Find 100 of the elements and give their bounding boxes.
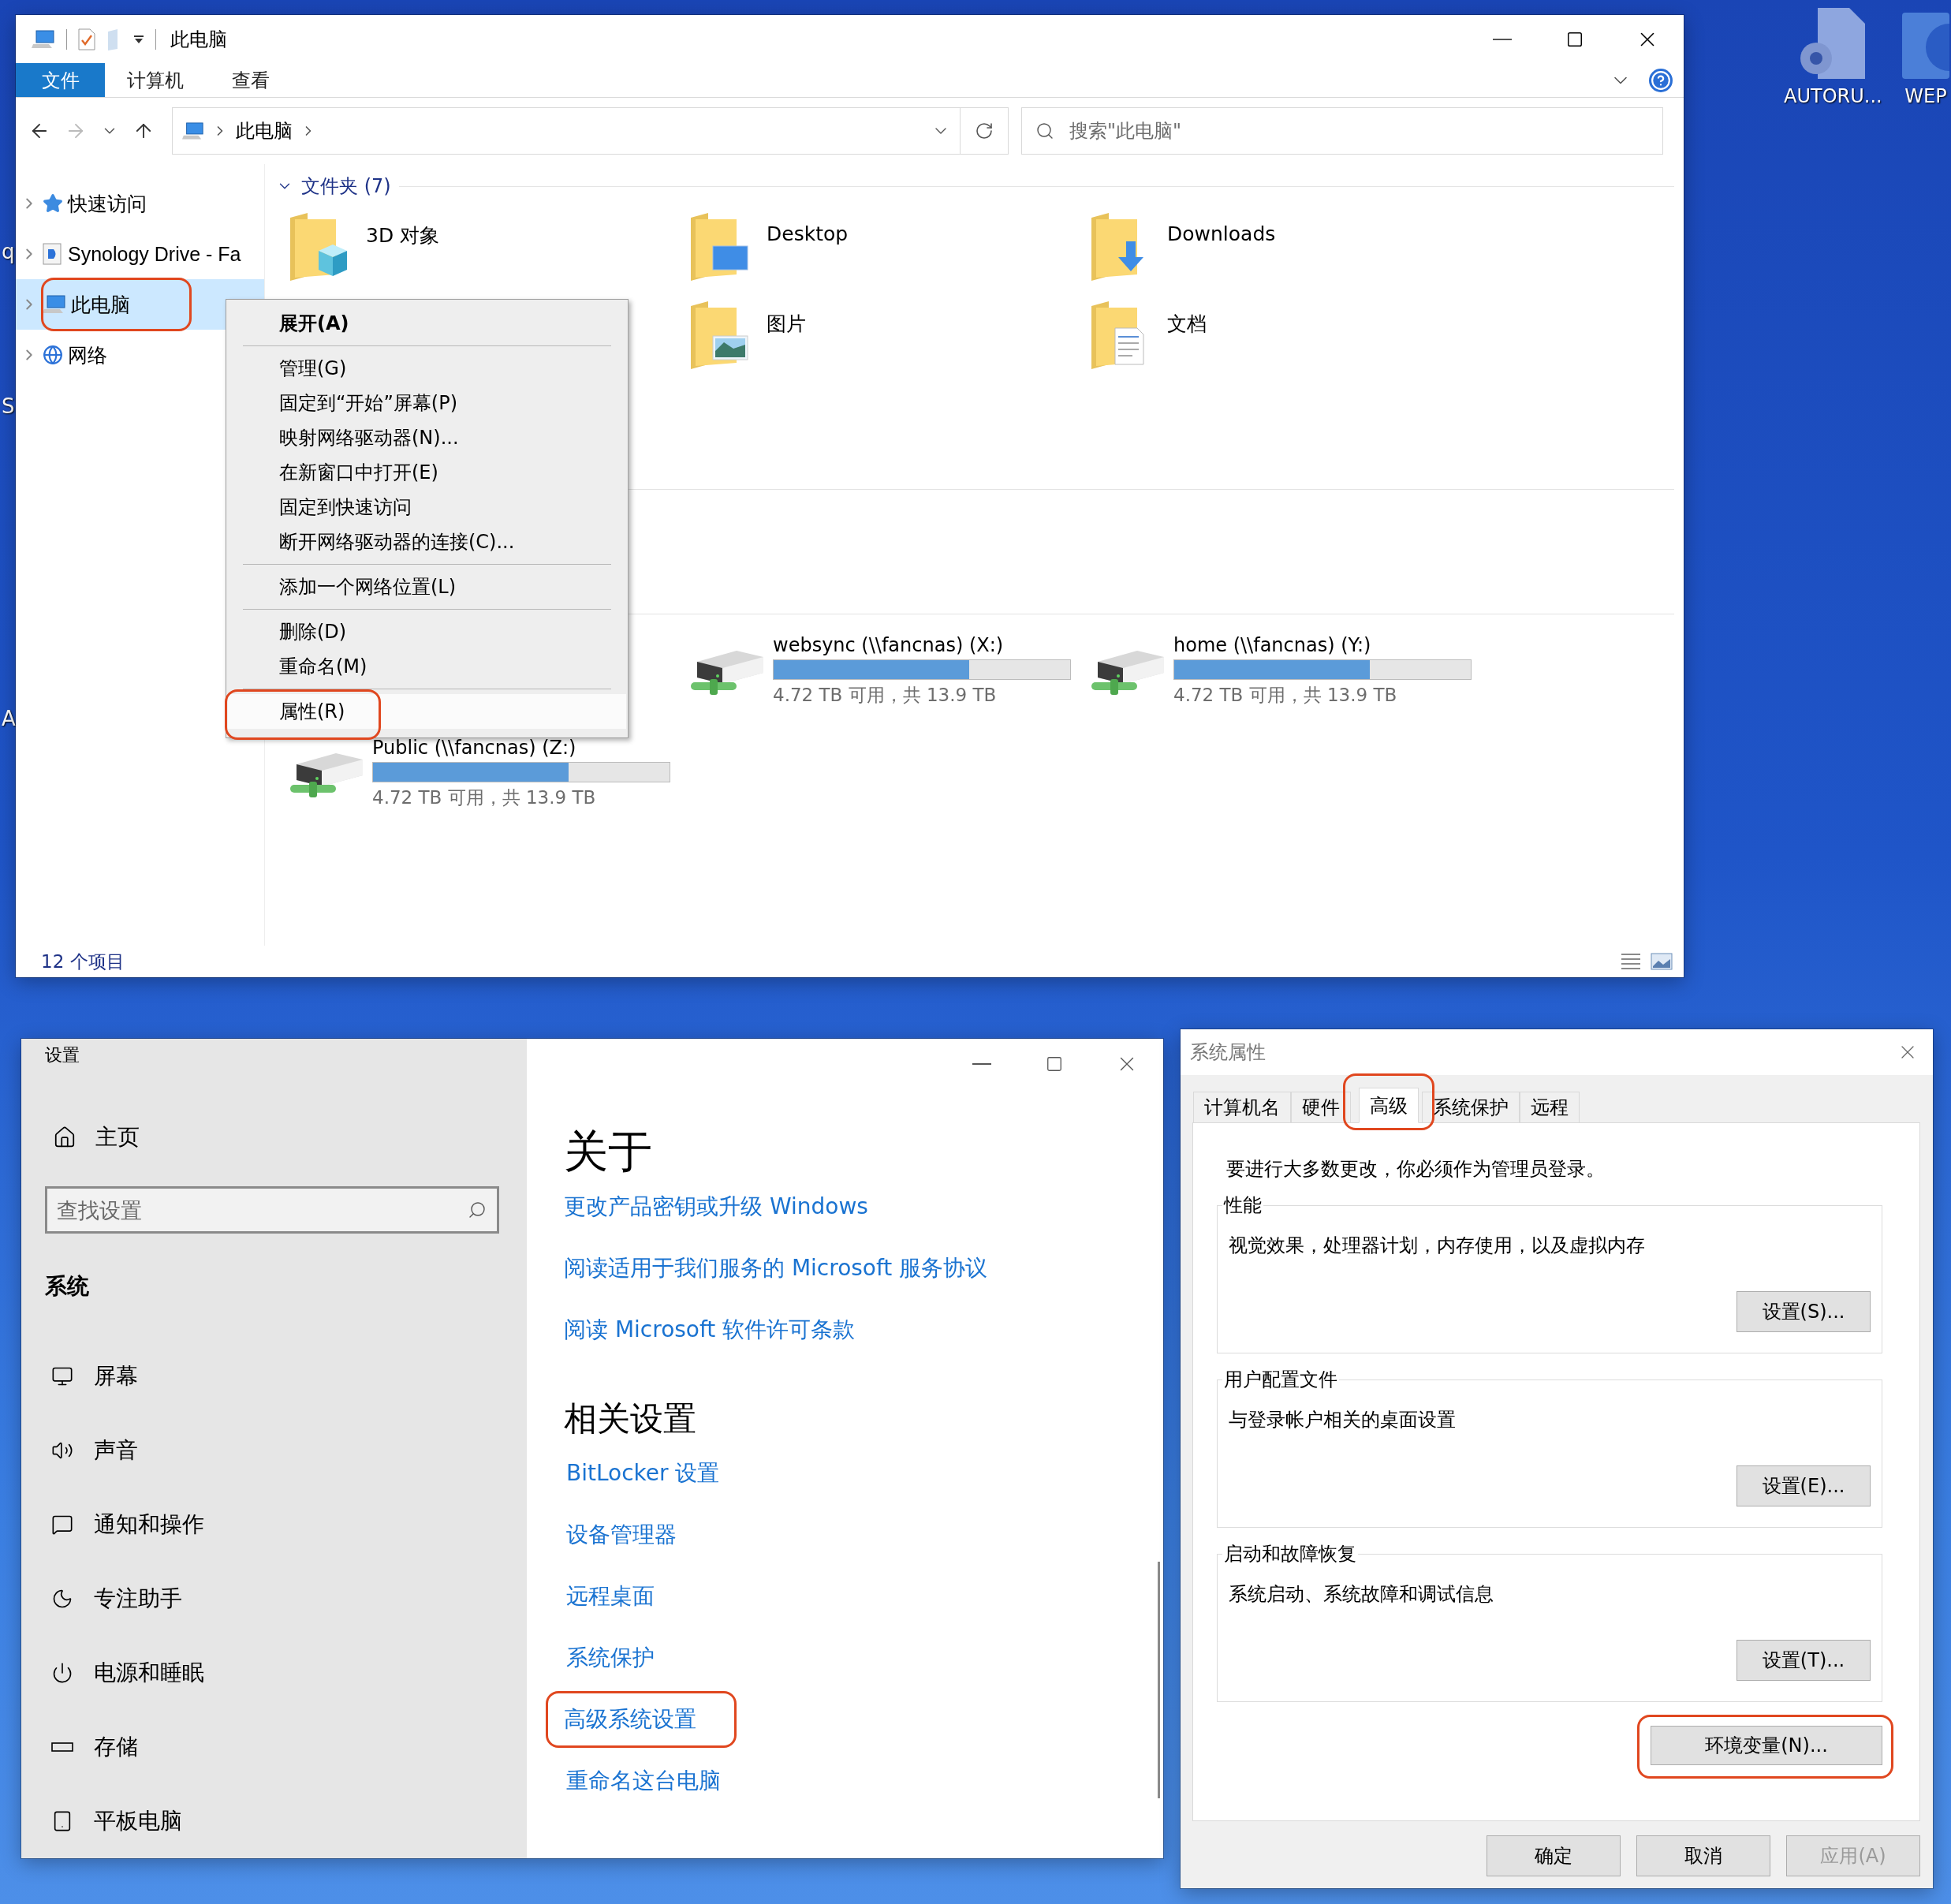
settings-link[interactable]: 重命名这台电脑 bbox=[564, 1764, 723, 1798]
page-heading: 关于 bbox=[564, 1129, 653, 1176]
group-description: 系统启动、系统故障和调试信息 bbox=[1229, 1582, 1494, 1607]
window-title: 系统属性 bbox=[1190, 1040, 1266, 1065]
menu-item[interactable]: 映射网络驱动器(N)... bbox=[228, 420, 626, 455]
nav-item[interactable]: 快速访问 bbox=[16, 178, 264, 229]
settings-link[interactable]: 更改产品密钥或升级 Windows bbox=[564, 1192, 868, 1222]
settings-link[interactable]: 系统保护 bbox=[564, 1641, 657, 1675]
menu-item[interactable]: 固定到“开始”屏幕(P) bbox=[228, 386, 626, 420]
settings-link[interactable]: 设备管理器 bbox=[564, 1518, 679, 1552]
details-view-icon[interactable] bbox=[1621, 953, 1641, 970]
address-field[interactable]: 此电脑 bbox=[172, 107, 961, 155]
ribbon-tab[interactable]: 文件 bbox=[16, 63, 105, 97]
menu-item[interactable]: 断开网络驱动器的连接(C)... bbox=[228, 525, 626, 559]
settings-link[interactable]: 阅读适用于我们服务的 Microsoft 服务协议 bbox=[564, 1253, 988, 1283]
settings-link[interactable]: 高级系统设置 bbox=[546, 1691, 737, 1748]
desktop-icon-label[interactable]: AUTORU... bbox=[1784, 85, 1882, 107]
group-description: 与登录帐户相关的桌面设置 bbox=[1229, 1408, 1457, 1432]
home-icon bbox=[53, 1125, 76, 1149]
desktop-icon-label[interactable]: S bbox=[2, 394, 15, 418]
large-icons-view-icon[interactable] bbox=[1651, 953, 1673, 970]
menu-item[interactable]: 属性(R) bbox=[228, 694, 626, 729]
moon-icon bbox=[51, 1588, 73, 1610]
tab[interactable]: 高级 bbox=[1359, 1088, 1419, 1123]
nav-item[interactable]: 通知和操作 bbox=[94, 1510, 204, 1540]
home-link[interactable]: 主页 bbox=[95, 1122, 140, 1152]
maximize-icon bbox=[1046, 1055, 1063, 1073]
nav-item[interactable]: 屏幕 bbox=[94, 1361, 138, 1391]
drive-name[interactable]: Public (\\fancnas) (Z:) bbox=[372, 736, 670, 759]
section-heading: 相关设置 bbox=[564, 1398, 697, 1439]
scrollbar[interactable] bbox=[1158, 1562, 1160, 1798]
power-icon bbox=[51, 1662, 73, 1684]
settings-link[interactable]: BitLocker 设置 bbox=[564, 1456, 722, 1491]
settings-link[interactable]: 远程桌面 bbox=[564, 1579, 657, 1614]
nav-item[interactable]: 电源和睡眠 bbox=[94, 1658, 204, 1688]
search-field[interactable]: 查找设置 bbox=[45, 1186, 499, 1234]
settings-button[interactable]: 设置(E)... bbox=[1737, 1465, 1871, 1506]
tab[interactable]: 计算机名 bbox=[1193, 1092, 1291, 1122]
menu-item[interactable]: 添加一个网络位置(L) bbox=[228, 569, 626, 604]
tab[interactable]: 远程 bbox=[1520, 1092, 1580, 1122]
drive-capacity: 4.72 TB 可用，共 13.9 TB bbox=[773, 683, 998, 707]
drive-name[interactable]: home (\\fancnas) (Y:) bbox=[1173, 633, 1472, 656]
nav-item[interactable]: 声音 bbox=[94, 1435, 138, 1465]
folder-picture-icon bbox=[689, 301, 749, 369]
star-icon bbox=[43, 193, 63, 214]
computer-icon bbox=[43, 295, 66, 314]
folder-desktop-icon bbox=[689, 213, 749, 281]
drive-name[interactable]: websync (\\fancnas) (X:) bbox=[773, 633, 1071, 656]
settings-link[interactable]: 阅读 Microsoft 软件许可条款 bbox=[564, 1315, 856, 1345]
notice-text: 要进行大多数更改，你必须作为管理员登录。 bbox=[1225, 1157, 1606, 1182]
section-header[interactable]: 文件夹 (7) bbox=[301, 174, 391, 199]
folder-name[interactable]: 图片 bbox=[767, 311, 806, 337]
app-icon bbox=[43, 243, 63, 265]
nav-item[interactable]: 存储 bbox=[94, 1732, 138, 1762]
drive-capacity: 4.72 TB 可用，共 13.9 TB bbox=[1173, 683, 1398, 707]
settings-button[interactable]: 设置(S)... bbox=[1737, 1291, 1871, 1332]
drive-capacity: 4.72 TB 可用，共 13.9 TB bbox=[372, 786, 597, 809]
nav-item[interactable]: Synology Drive - Fa bbox=[16, 229, 264, 279]
gear-file-icon[interactable] bbox=[1799, 6, 1867, 79]
globe-icon bbox=[43, 345, 63, 365]
tab[interactable]: 硬件 bbox=[1291, 1092, 1351, 1122]
dropdown-icon[interactable] bbox=[133, 34, 144, 44]
folder-name[interactable]: Desktop bbox=[767, 222, 849, 245]
group-description: 视觉效果，处理器计划，内存使用，以及虚拟内存 bbox=[1229, 1234, 1646, 1258]
folder-name[interactable]: 3D 对象 bbox=[366, 222, 440, 248]
folder-name[interactable]: Downloads bbox=[1167, 222, 1276, 245]
window-title: 设置 bbox=[45, 1043, 80, 1066]
window-title: 此电脑 bbox=[170, 27, 227, 52]
settings-button[interactable]: 设置(T)... bbox=[1737, 1640, 1871, 1681]
menu-item[interactable]: 重命名(M) bbox=[228, 649, 626, 684]
maximize-icon bbox=[1566, 30, 1584, 48]
computer-icon bbox=[182, 121, 204, 140]
tab[interactable]: 系统保护 bbox=[1422, 1092, 1520, 1122]
ribbon-tab[interactable]: 计算机 bbox=[105, 63, 206, 97]
dialog-button[interactable]: 取消 bbox=[1636, 1835, 1770, 1876]
ribbon-tab[interactable]: 查看 bbox=[206, 63, 295, 97]
desktop-icon-label[interactable]: A bbox=[2, 707, 16, 730]
storage-icon bbox=[51, 1742, 73, 1752]
refresh-icon bbox=[975, 121, 994, 140]
search-icon bbox=[1035, 121, 1054, 140]
search-icon bbox=[468, 1200, 487, 1219]
nav-item[interactable]: 平板电脑 bbox=[94, 1806, 182, 1836]
minimize-icon bbox=[972, 1063, 991, 1065]
message-icon bbox=[51, 1514, 73, 1536]
monitor-icon bbox=[51, 1365, 73, 1387]
computer-icon bbox=[32, 29, 55, 49]
breadcrumb[interactable]: 此电脑 bbox=[236, 118, 293, 144]
desktop-icon-label[interactable]: q bbox=[2, 240, 15, 263]
folder-name[interactable]: 文档 bbox=[1167, 311, 1207, 337]
menu-item[interactable]: 固定到快速访问 bbox=[228, 490, 626, 525]
dialog-button[interactable]: 确定 bbox=[1487, 1835, 1621, 1876]
nav-item[interactable]: 专注助手 bbox=[94, 1584, 182, 1614]
menu-item[interactable]: 删除(D) bbox=[228, 614, 626, 649]
menu-item[interactable]: 在新窗口中打开(E) bbox=[228, 455, 626, 490]
desktop-icon-label[interactable]: WEP bbox=[1904, 85, 1947, 107]
checklist-icon[interactable] bbox=[78, 28, 95, 50]
minimize-icon bbox=[1493, 38, 1512, 40]
environment-variables-button[interactable]: 环境变量(N)... bbox=[1651, 1726, 1882, 1765]
item-count: 12 个项目 bbox=[41, 950, 125, 973]
refresh-button[interactable] bbox=[960, 107, 1009, 155]
